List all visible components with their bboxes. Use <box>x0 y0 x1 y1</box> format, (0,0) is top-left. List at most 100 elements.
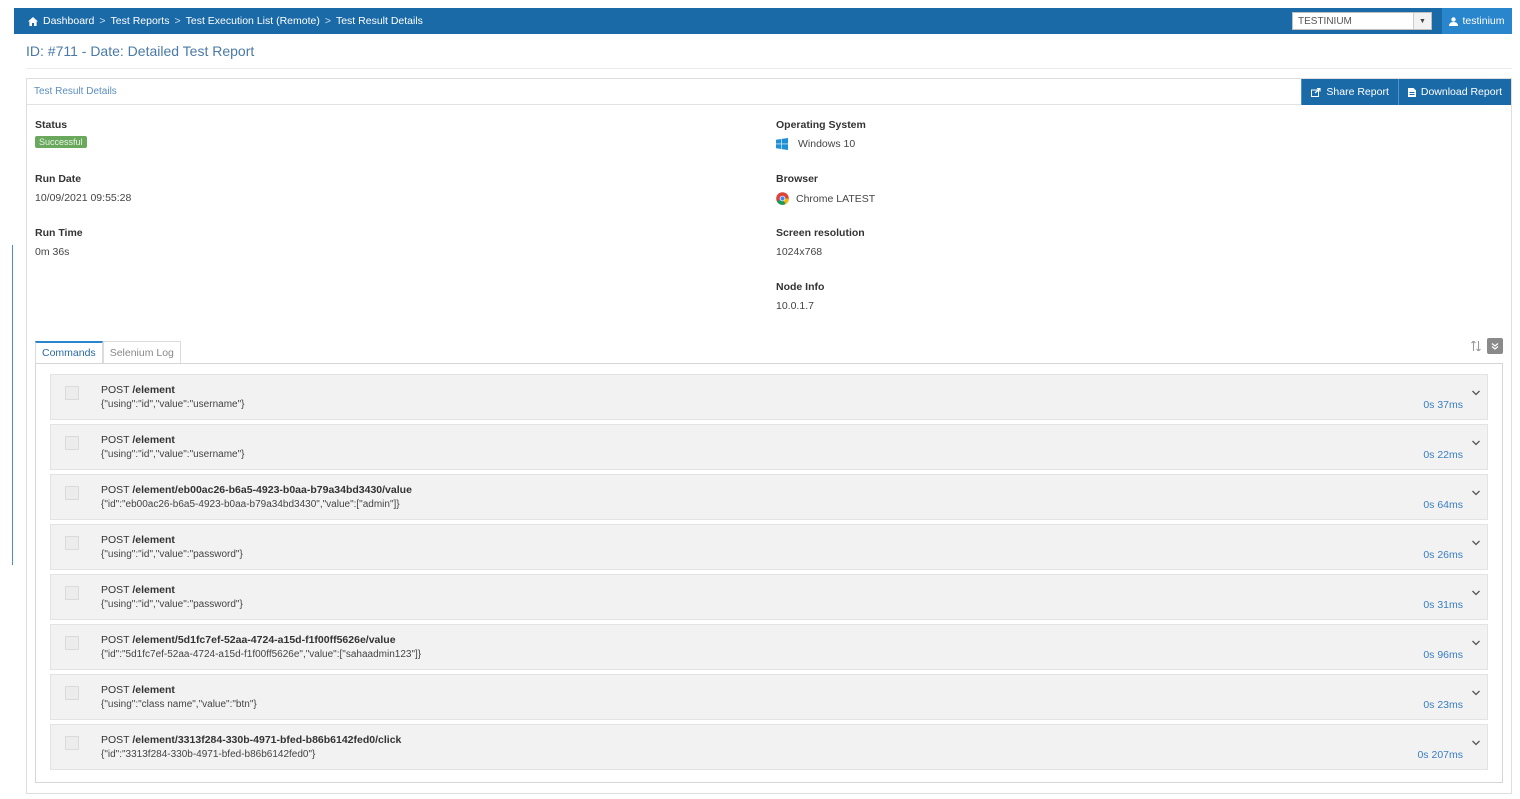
command-row[interactable]: POST /element {"using":"id","value":"use… <box>50 374 1488 420</box>
command-row[interactable]: POST /element {"using":"id","value":"pas… <box>50 524 1488 570</box>
screen-resolution-field: Screen resolution 1024x768 <box>776 227 865 258</box>
chevron-down-icon[interactable] <box>1471 738 1481 748</box>
page-title: ID: #711 - Date: Detailed Test Report <box>26 43 255 59</box>
run-date-value: 10/09/2021 09:55:28 <box>35 192 132 204</box>
command-checkbox[interactable] <box>65 736 79 750</box>
tenant-select[interactable]: TESTINIUM ▼ <box>1292 12 1432 30</box>
command-checkbox[interactable] <box>65 536 79 550</box>
command-body: {"using":"class name","value":"btn"} <box>101 699 257 710</box>
command-row[interactable]: POST /element/eb00ac26-b6a5-4923-b0aa-b7… <box>50 474 1488 520</box>
command-row[interactable]: POST /element {"using":"id","value":"use… <box>50 424 1488 470</box>
tab-selenium-log[interactable]: Selenium Log <box>102 341 181 363</box>
status-badge: Successful <box>35 136 87 148</box>
command-duration: 0s 207ms <box>1417 749 1463 761</box>
breadcrumb: Dashboard > Test Reports > Test Executio… <box>14 15 423 27</box>
command-list: POST /element {"using":"id","value":"use… <box>50 374 1488 774</box>
command-duration: 0s 26ms <box>1423 549 1463 561</box>
command-body: {"using":"id","value":"username"} <box>101 449 245 460</box>
command-duration: 0s 31ms <box>1423 599 1463 611</box>
breadcrumb-test-execution-list[interactable]: Test Execution List (Remote) <box>186 15 320 27</box>
command-body: {"id":"5d1fc7ef-52aa-4724-a15d-f1f00ff56… <box>101 649 422 660</box>
command-path: /element <box>132 534 175 546</box>
command-checkbox[interactable] <box>65 436 79 450</box>
command-path: /element/3313f284-330b-4971-bfed-b86b614… <box>132 734 402 746</box>
command-checkbox[interactable] <box>65 636 79 650</box>
tab-commands[interactable]: Commands <box>35 341 103 363</box>
chevron-down-icon[interactable] <box>1471 488 1481 498</box>
run-time-label: Run Time <box>35 227 83 239</box>
os-label: Operating System <box>776 119 866 131</box>
user-menu-button[interactable]: testinium <box>1442 8 1512 34</box>
command-duration: 0s 64ms <box>1423 499 1463 511</box>
status-field: Status Successful <box>35 119 87 148</box>
divider <box>26 68 1512 69</box>
share-report-button[interactable]: Share Report <box>1301 79 1398 105</box>
breadcrumb-separator: > <box>324 15 331 27</box>
browser-value: Chrome LATEST <box>796 192 876 205</box>
chevron-down-icon[interactable] <box>1471 438 1481 448</box>
command-body: {"id":"eb00ac26-b6a5-4923-b0aa-b79a34bd3… <box>101 499 400 510</box>
command-row[interactable]: POST /element/5d1fc7ef-52aa-4724-a15d-f1… <box>50 624 1488 670</box>
command-checkbox[interactable] <box>65 686 79 700</box>
chevron-down-icon[interactable] <box>1471 638 1481 648</box>
command-method: POST <box>101 384 130 396</box>
command-path: /element <box>132 584 175 596</box>
command-method: POST <box>101 534 130 546</box>
command-duration: 0s 96ms <box>1423 649 1463 661</box>
node-info-value: 10.0.1.7 <box>776 300 814 312</box>
download-report-button[interactable]: Download Report <box>1397 79 1511 105</box>
share-report-label: Share Report <box>1326 86 1389 98</box>
breadcrumb-test-reports[interactable]: Test Reports <box>111 15 170 27</box>
command-method: POST <box>101 434 130 446</box>
command-row[interactable]: POST /element/3313f284-330b-4971-bfed-b8… <box>50 724 1488 770</box>
command-body: {"id":"3313f284-330b-4971-bfed-b86b6142f… <box>101 749 316 760</box>
command-path: /element <box>132 384 175 396</box>
breadcrumb-dashboard[interactable]: Dashboard <box>43 15 94 27</box>
command-path: /element/eb00ac26-b6a5-4923-b0aa-b79a34b… <box>132 484 412 496</box>
command-checkbox[interactable] <box>65 386 79 400</box>
screen-resolution-label: Screen resolution <box>776 227 865 239</box>
command-path: /element/5d1fc7ef-52aa-4724-a15d-f1f00ff… <box>132 634 396 646</box>
os-value: Windows 10 <box>798 138 856 150</box>
breadcrumb-separator: > <box>99 15 106 27</box>
panel-title: Test Result Details <box>34 86 117 97</box>
command-path: /element <box>132 434 175 446</box>
command-row[interactable]: POST /element {"using":"class name","val… <box>50 674 1488 720</box>
command-request: POST /element <box>101 534 175 546</box>
run-time-value: 0m 36s <box>35 246 70 258</box>
run-time-field: Run Time 0m 36s <box>35 227 83 258</box>
command-body: {"using":"id","value":"username"} <box>101 399 245 410</box>
os-field: Operating System Windows 10 <box>776 119 866 150</box>
command-body: {"using":"id","value":"password"} <box>101 549 243 560</box>
divider <box>12 245 13 565</box>
command-checkbox[interactable] <box>65 586 79 600</box>
command-request: POST /element/eb00ac26-b6a5-4923-b0aa-b7… <box>101 484 412 496</box>
breadcrumb-test-result-details: Test Result Details <box>335 15 423 27</box>
screen-resolution-value: 1024x768 <box>776 246 823 258</box>
command-method: POST <box>101 684 130 696</box>
commands-container: POST /element {"using":"id","value":"use… <box>35 363 1503 783</box>
command-method: POST <box>101 584 130 596</box>
command-duration: 0s 37ms <box>1423 399 1463 411</box>
chevron-down-icon[interactable] <box>1471 538 1481 548</box>
command-body: {"using":"id","value":"password"} <box>101 599 243 610</box>
chevron-down-icon[interactable] <box>1471 588 1481 598</box>
browser-field: Browser Chrome LATEST <box>776 173 875 205</box>
command-row[interactable]: POST /element {"using":"id","value":"pas… <box>50 574 1488 620</box>
chevron-down-icon[interactable] <box>1471 388 1481 398</box>
chrome-icon <box>776 192 789 205</box>
expand-icon[interactable] <box>1487 338 1503 354</box>
windows-icon <box>776 138 788 150</box>
download-icon <box>1407 87 1416 97</box>
tenant-select-value: TESTINIUM <box>1298 15 1352 27</box>
node-info-field: Node Info 10.0.1.7 <box>776 281 824 312</box>
home-icon[interactable] <box>28 16 38 26</box>
sort-icon[interactable] <box>1467 338 1485 354</box>
run-date-label: Run Date <box>35 173 82 185</box>
command-duration: 0s 23ms <box>1423 699 1463 711</box>
command-checkbox[interactable] <box>65 486 79 500</box>
chevron-down-icon[interactable] <box>1471 688 1481 698</box>
chevron-down-icon[interactable]: ▼ <box>1413 13 1431 29</box>
command-tools <box>1467 338 1503 354</box>
panel-header: Test Result Details Share Report Downloa… <box>27 79 1511 105</box>
